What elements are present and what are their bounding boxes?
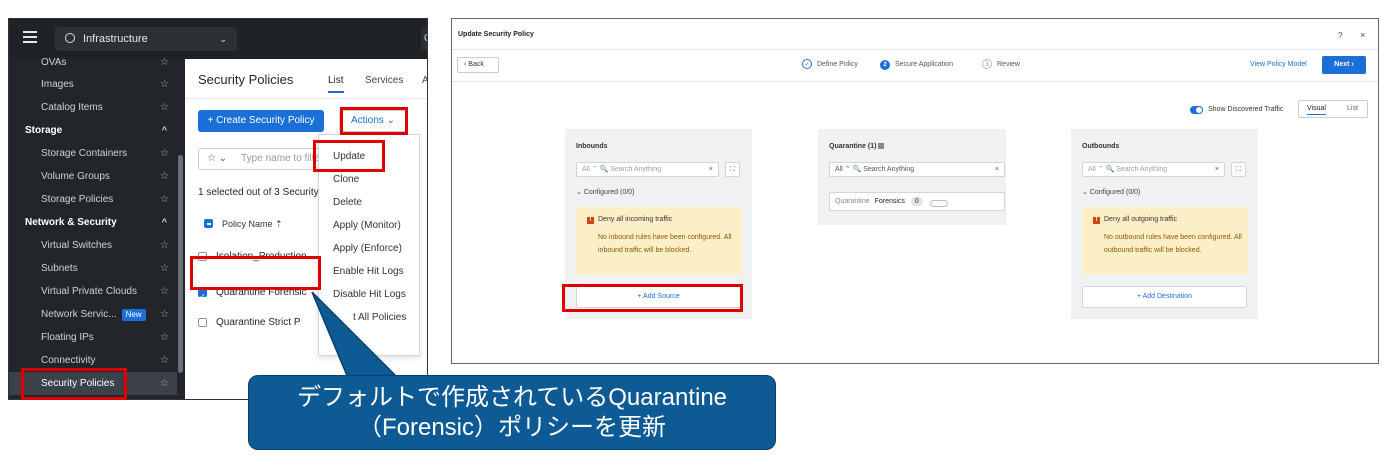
quarantine-title: Quarantine (1) [829,143,885,150]
step-define-policy[interactable]: ✓ Define Policy [802,59,858,71]
search-placeholder: All ⌃ 🔍 Search Anything [835,166,915,173]
view-policy-model-link[interactable]: View Policy Model [1250,61,1307,68]
outbounds-panel: Outbounds All ⌃ 🔍 Search Anything × ⛶ ⌄ C… [1071,129,1258,319]
show-discovered-traffic-toggle[interactable] [1190,106,1203,114]
clear-icon[interactable]: × [709,163,713,176]
inbounds-panel: Inbounds All ⌃ 🔍 Search Anything × ⛶ ⌄ Co… [565,129,752,319]
expand-icon[interactable]: ⛶ [1231,162,1246,177]
step-number: 3 [982,59,992,69]
inbounds-title: Inbounds [576,143,608,150]
add-destination-button[interactable]: + Add Destination [1082,286,1247,308]
inbounds-search-input[interactable]: All ⌃ 🔍 Search Anything × [576,162,719,177]
step-review[interactable]: 3 Review [982,59,1020,71]
warning-icon: ! [1093,217,1100,224]
search-placeholder: All ⌃ 🔍 Search Anything [1088,166,1168,173]
divider [452,81,1378,82]
deny-incoming-warning: ! Deny all incoming traffic No inbound r… [576,207,742,275]
step-label: Define Policy [817,61,858,68]
help-icon[interactable]: ? [1338,31,1342,40]
step-number: 2 [880,60,890,70]
quarantine-forensics-item[interactable]: Quarantine Forensics 0 ··· [829,192,1005,211]
view-visual-button[interactable]: Visual [1307,105,1326,115]
back-button[interactable]: ‹ Back [457,57,499,73]
step-secure-application[interactable]: 2 Secure Application [880,59,953,71]
category-label: Quarantine [835,198,870,205]
category-value: Forensics [874,198,905,205]
add-source-button[interactable]: + Add Source [576,286,741,308]
clear-icon[interactable]: × [995,163,999,176]
outbounds-search-input[interactable]: All ⌃ 🔍 Search Anything × [1082,162,1225,177]
quarantine-panel: Quarantine (1) All ⌃ 🔍 Search Anything × … [818,129,1006,225]
info-icon[interactable] [878,143,885,149]
more-options-icon[interactable]: ··· [929,200,948,207]
clear-icon[interactable]: × [1215,163,1219,176]
dialog-title: Update Security Policy [458,31,534,38]
quarantine-search-input[interactable]: All ⌃ 🔍 Search Anything × [829,162,1005,177]
warning-title: Deny all outgoing traffic [1104,216,1178,223]
search-placeholder: All ⌃ 🔍 Search Anything [582,166,662,173]
check-icon: ✓ [802,59,812,69]
vm-count-badge: 0 [910,197,923,206]
warning-title: Deny all incoming traffic [598,216,673,223]
close-icon[interactable]: × [1360,30,1365,40]
outbounds-title: Outbounds [1082,143,1120,150]
warning-icon: ! [587,217,594,224]
step-label: Review [997,61,1020,68]
quarantine-title-text: Quarantine (1) [829,143,877,150]
show-discovered-traffic-label: Show Discovered Traffic [1208,106,1284,113]
configured-toggle[interactable]: ⌄ Configured (0/0) [1082,188,1140,196]
composite-screenshot: Infrastructure ⌄ Q OVAs☆ Images☆ Catalog… [0,0,1382,462]
warning-body: No outbound rules have been configured. … [1104,234,1242,254]
update-security-policy-window: Update Security Policy ? × ‹ Back ✓ Defin… [451,18,1379,364]
expand-icon[interactable]: ⛶ [725,162,740,177]
view-list-button[interactable]: List [1347,105,1358,112]
configured-toggle[interactable]: ⌄ Configured (0/0) [576,188,634,196]
step-label: Secure Application [895,61,953,68]
next-button[interactable]: Next › [1322,56,1366,74]
warning-body: No inbound rules have been configured. A… [598,234,732,254]
view-mode-switch: Visual List [1298,100,1368,118]
divider [452,49,1378,50]
deny-outgoing-warning: ! Deny all outgoing traffic No outbound … [1082,207,1248,275]
